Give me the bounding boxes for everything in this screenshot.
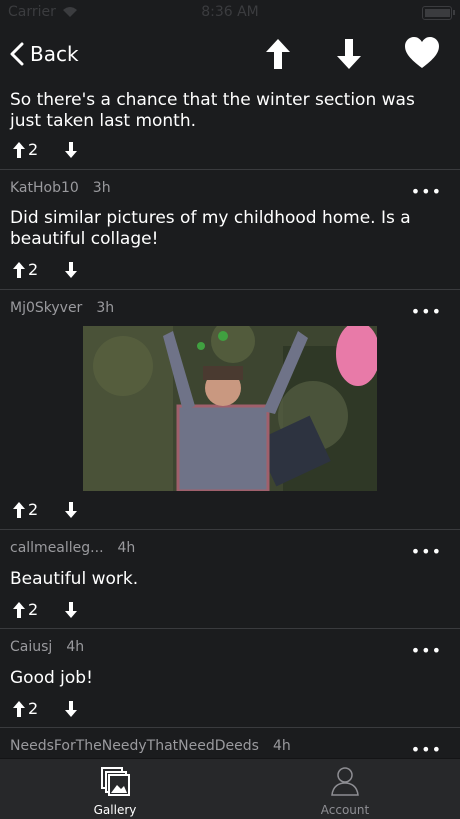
arrow-up-icon xyxy=(13,261,25,278)
comment-meta: NeedsForTheNeedyThatNeedDeeds 4h xyxy=(10,738,291,754)
tab-bar: Gallery Account xyxy=(0,758,460,819)
comment-time: 3h xyxy=(96,300,115,316)
comment-body: Good job! xyxy=(10,668,93,688)
more-options-button[interactable]: ••• xyxy=(411,182,442,201)
downvote-button[interactable] xyxy=(64,261,78,279)
arrow-down-icon xyxy=(65,700,78,717)
comment-author[interactable]: NeedsForTheNeedyThatNeedDeeds xyxy=(10,738,259,754)
comment-item: Mj0Skyver 3h ••• 2 xyxy=(0,290,460,530)
upvote-button[interactable]: 2 xyxy=(12,600,38,619)
arrow-down-icon xyxy=(65,501,78,518)
comment-body: Beautiful work. xyxy=(10,569,139,589)
upvote-count: 2 xyxy=(28,699,39,718)
arrow-down-icon[interactable] xyxy=(331,36,367,72)
more-options-button[interactable]: ••• xyxy=(411,740,442,759)
vote-controls: 2 xyxy=(12,260,78,279)
chevron-left-icon xyxy=(10,42,24,66)
more-options-button[interactable]: ••• xyxy=(411,641,442,660)
post-item: So there's a chance that the winter sect… xyxy=(0,82,460,170)
comment-author[interactable]: Caiusj xyxy=(10,639,52,655)
gallery-icon xyxy=(101,767,130,796)
comment-author[interactable]: KatHob10 xyxy=(10,180,79,196)
comment-time: 4h xyxy=(66,639,85,655)
comment-time: 3h xyxy=(92,180,111,196)
upvote-count: 2 xyxy=(28,260,39,279)
back-label: Back xyxy=(30,42,79,66)
upvote-count: 2 xyxy=(28,500,39,519)
comment-meta: KatHob10 3h xyxy=(10,180,111,196)
vote-controls: 2 xyxy=(12,500,78,519)
more-options-button[interactable]: ••• xyxy=(411,302,442,321)
post-body: So there's a chance that the winter sect… xyxy=(10,90,415,131)
arrow-up-icon xyxy=(13,141,25,158)
vote-controls: 2 xyxy=(12,600,78,619)
comment-body: Did similar pictures of my childhood hom… xyxy=(10,208,411,249)
nav-bar: Back xyxy=(0,26,460,82)
comment-author[interactable]: Mj0Skyver xyxy=(10,300,82,316)
tab-label: Account xyxy=(320,803,370,817)
arrow-down-icon xyxy=(65,141,78,158)
comment-item: Caiusj 4h ••• Good job! 2 xyxy=(0,629,460,728)
comment-time: 4h xyxy=(272,738,291,754)
comment-item: KatHob10 3h ••• Did similar pictures of m… xyxy=(0,170,460,290)
arrow-up-icon[interactable] xyxy=(260,36,296,72)
tab-account[interactable]: Account xyxy=(230,759,460,819)
downvote-button[interactable] xyxy=(64,501,78,519)
downvote-button[interactable] xyxy=(64,141,78,159)
upvote-button[interactable]: 2 xyxy=(12,140,38,159)
arrow-down-icon xyxy=(65,601,78,618)
comment-author[interactable]: callmealleg... xyxy=(10,540,104,556)
account-icon xyxy=(331,767,359,796)
comment-time: 4h xyxy=(117,540,136,556)
tab-gallery[interactable]: Gallery xyxy=(0,759,230,819)
comment-meta: callmealleg... 4h xyxy=(10,540,135,556)
upvote-button[interactable]: 2 xyxy=(12,699,38,718)
upvote-button[interactable]: 2 xyxy=(12,260,38,279)
downvote-button[interactable] xyxy=(64,700,78,718)
downvote-button[interactable] xyxy=(64,601,78,619)
vote-controls: 2 xyxy=(12,699,78,718)
upvote-button[interactable]: 2 xyxy=(12,500,38,519)
upvote-count: 2 xyxy=(28,140,39,159)
comment-meta: Caiusj 4h xyxy=(10,639,84,655)
arrow-down-icon xyxy=(65,261,78,278)
arrow-up-icon xyxy=(13,601,25,618)
vote-controls: 2 xyxy=(12,140,78,159)
heart-icon[interactable] xyxy=(404,36,440,72)
status-bar: Carrier 8:36 AM xyxy=(0,0,460,26)
status-time: 8:36 AM xyxy=(201,4,259,20)
comment-meta: Mj0Skyver 3h xyxy=(10,300,114,316)
back-button[interactable]: Back xyxy=(10,38,79,70)
more-options-button[interactable]: ••• xyxy=(411,542,442,561)
comment-item: callmealleg... 4h ••• Beautiful work. 2 xyxy=(0,530,460,629)
battery-icon xyxy=(422,6,455,20)
tab-label: Gallery xyxy=(93,803,137,817)
celebration-gif[interactable] xyxy=(83,326,377,491)
arrow-up-icon xyxy=(13,501,25,518)
arrow-up-icon xyxy=(13,700,25,717)
upvote-count: 2 xyxy=(28,600,39,619)
